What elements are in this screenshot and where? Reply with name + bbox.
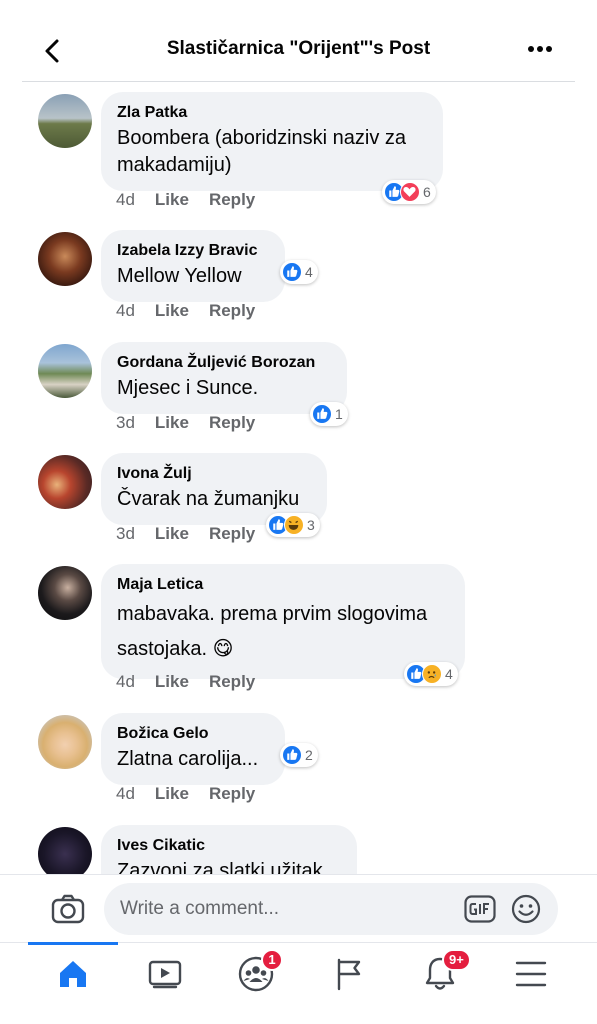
comment-time: 4d	[116, 190, 135, 209]
home-icon	[60, 961, 86, 987]
like-button[interactable]: Like	[155, 413, 189, 432]
comment-author[interactable]: Ivona Žulj	[117, 464, 311, 484]
avatar[interactable]	[38, 715, 92, 769]
reaction-summary[interactable]: 3	[266, 513, 320, 537]
reaction-summary[interactable]: 4	[280, 260, 318, 284]
reaction-count: 6	[423, 184, 431, 200]
comment-meta: 4d Like Reply	[116, 784, 275, 804]
comment-text: Čvarak na žumanjku	[117, 488, 300, 510]
comment-bubble[interactable]: Maja Letica mabavaka. prema prvim slogov…	[101, 564, 465, 679]
reply-button[interactable]: Reply	[209, 672, 255, 691]
reaction-count: 4	[445, 666, 453, 682]
reaction-count: 1	[335, 406, 343, 422]
comment-input-placeholder: Write a comment...	[120, 898, 280, 919]
love-reaction-icon	[400, 182, 420, 202]
comment-author[interactable]: Izabela Izzy Bravic	[117, 241, 269, 261]
avatar[interactable]	[38, 94, 92, 148]
like-reaction-icon	[282, 262, 302, 282]
comment-input[interactable]: Write a comment...	[104, 883, 558, 935]
reaction-summary[interactable]: 2	[280, 743, 318, 767]
comment-meta: 3d Like Reply	[116, 524, 275, 544]
comment-text: Boombera (aboridzinski naziv za makadami…	[117, 127, 407, 176]
reaction-summary[interactable]: 6	[382, 180, 436, 204]
comment-text: Zazvoni za slatki užitak	[117, 860, 323, 874]
avatar[interactable]	[38, 566, 92, 620]
reply-button[interactable]: Reply	[209, 301, 255, 320]
groups-notification-badge: 1	[261, 949, 283, 971]
video-play-icon	[148, 960, 182, 989]
page-title: Slastičarnica "Orijent"'s Post	[166, 38, 431, 59]
tab-notifications[interactable]: 9+	[392, 943, 482, 1024]
tab-menu[interactable]	[485, 943, 575, 1024]
comment-time: 3d	[116, 413, 135, 432]
comment-time: 4d	[116, 672, 135, 691]
comment-text: Mjesec i Sunce.	[117, 377, 259, 399]
comment-meta: 4d Like Reply	[116, 672, 275, 692]
comment-author[interactable]: Božica Gelo	[117, 724, 269, 744]
comment-bubble[interactable]: Božica Gelo Zlatna carolija...	[101, 713, 285, 785]
comment-time: 4d	[116, 784, 135, 803]
comment-bubble[interactable]: Zla Patka Boombera (aboridzinski naziv z…	[101, 92, 443, 191]
haha-reaction-icon	[284, 515, 304, 535]
tab-home[interactable]	[28, 942, 118, 1024]
reply-button[interactable]: Reply	[209, 784, 255, 803]
hamburger-menu-icon	[515, 961, 547, 987]
like-reaction-icon	[282, 745, 302, 765]
like-button[interactable]: Like	[155, 190, 189, 209]
camera-icon[interactable]	[50, 893, 86, 925]
comment-list: Zla Patka Boombera (aboridzinski naziv z…	[0, 82, 597, 874]
like-button[interactable]: Like	[155, 524, 189, 543]
post-header: Slastičarnica "Orijent"'s Post	[0, 0, 597, 82]
tab-pages[interactable]	[302, 943, 392, 1024]
comment-author[interactable]: Zla Patka	[117, 103, 427, 123]
emoji-icon[interactable]	[510, 893, 542, 925]
like-button[interactable]: Like	[155, 784, 189, 803]
flag-icon	[337, 958, 361, 991]
like-button[interactable]: Like	[155, 301, 189, 320]
comment-bubble[interactable]: Ives Cikatic Zazvoni za slatki užitak	[101, 825, 357, 874]
comment-author[interactable]: Maja Letica	[117, 575, 449, 595]
reply-button[interactable]: Reply	[209, 524, 255, 543]
comment-text: Zlatna carolija...	[117, 748, 259, 770]
comment-author[interactable]: Gordana Žuljević Borozan	[117, 353, 331, 373]
tab-groups[interactable]: 1	[207, 943, 297, 1024]
like-button[interactable]: Like	[155, 672, 189, 691]
tab-watch[interactable]	[117, 943, 207, 1024]
avatar[interactable]	[38, 827, 92, 874]
comment-author[interactable]: Ives Cikatic	[117, 836, 341, 856]
comment-time: 3d	[116, 524, 135, 543]
reaction-count: 4	[305, 264, 313, 280]
comment-meta: 3d Like Reply	[116, 413, 275, 433]
avatar[interactable]	[38, 455, 92, 509]
comment-bubble[interactable]: Gordana Žuljević Borozan Mjesec i Sunce.	[101, 342, 347, 414]
reply-button[interactable]: Reply	[209, 413, 255, 432]
comment-composer: Write a comment...	[0, 874, 597, 942]
comment-text: mabavaka. prema prvim slogovima sastojak…	[117, 603, 428, 660]
more-dots-icon[interactable]	[527, 38, 553, 58]
like-reaction-icon	[312, 404, 332, 424]
reaction-summary[interactable]: 4	[404, 662, 458, 686]
reaction-count: 3	[307, 517, 315, 533]
reaction-summary[interactable]: 1	[310, 402, 348, 426]
reply-button[interactable]: Reply	[209, 190, 255, 209]
notifications-badge: 9+	[442, 949, 471, 971]
comment-time: 4d	[116, 301, 135, 320]
bottom-tab-bar: 1 9+	[0, 942, 597, 1024]
comment-bubble[interactable]: Izabela Izzy Bravic Mellow Yellow	[101, 230, 285, 302]
avatar[interactable]	[38, 232, 92, 286]
sad-reaction-icon	[422, 664, 442, 684]
gif-icon[interactable]	[464, 895, 496, 923]
avatar[interactable]	[38, 344, 92, 398]
comment-text: Mellow Yellow	[117, 265, 242, 287]
comment-meta: 4d Like Reply	[116, 301, 275, 321]
comment-meta: 4d Like Reply	[116, 190, 275, 210]
reaction-count: 2	[305, 747, 313, 763]
